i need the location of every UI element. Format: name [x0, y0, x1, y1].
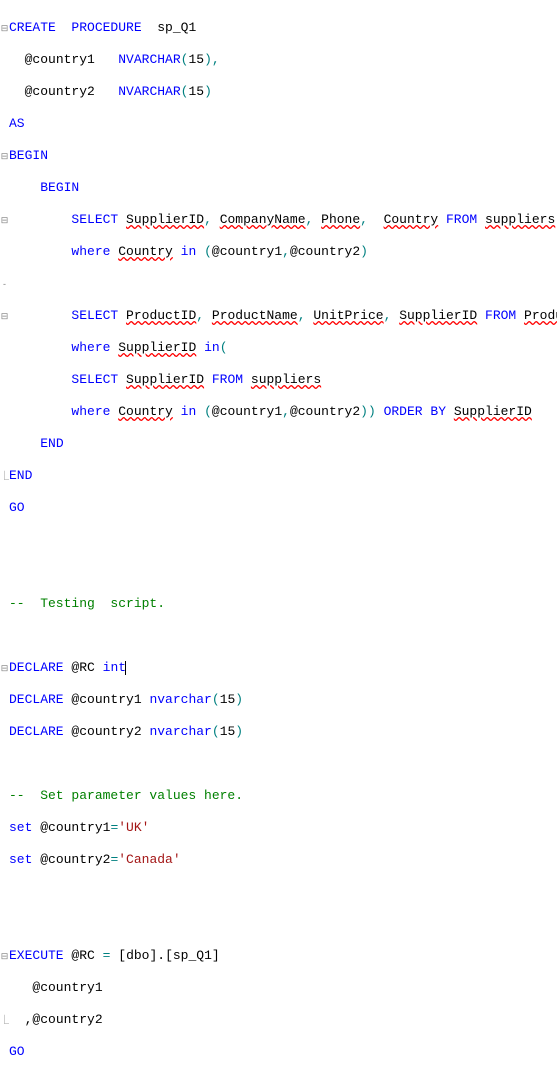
column: Phone — [321, 212, 360, 227]
keyword: SELECT — [71, 372, 118, 387]
keyword: GO — [9, 1044, 25, 1059]
column: SupplierID — [126, 212, 204, 227]
string: 'Canada' — [118, 852, 180, 867]
fold-icon[interactable]: ⊟ — [0, 148, 9, 164]
fold-icon[interactable]: ⊟ — [0, 660, 9, 676]
comment: -- Set parameter values here. — [9, 788, 243, 803]
fold-icon[interactable]: ⊟ — [0, 212, 9, 228]
identifier: sp_Q1 — [157, 20, 196, 35]
keyword: AS — [9, 116, 25, 131]
param: @country2 — [290, 404, 360, 419]
keyword: ORDER — [384, 404, 423, 419]
keyword: where — [71, 244, 110, 259]
fold-icon[interactable]: ⊟ — [0, 20, 9, 36]
string: 'UK' — [118, 820, 149, 835]
identifier: @RC — [71, 948, 94, 963]
num: 15 — [220, 724, 236, 739]
column: Country — [118, 404, 173, 419]
keyword: END — [9, 468, 32, 483]
keyword: CREATE — [9, 20, 56, 35]
column: Country — [118, 244, 173, 259]
keyword: SELECT — [71, 308, 118, 323]
param: @country1 — [212, 244, 282, 259]
keyword: where — [71, 340, 110, 355]
keyword: BEGIN — [9, 148, 48, 163]
keyword: where — [71, 404, 110, 419]
type: NVARCHAR — [118, 84, 180, 99]
fold-icon[interactable]: ⊟ — [0, 308, 9, 324]
type: nvarchar — [149, 724, 211, 739]
identifier: @country1 — [32, 980, 102, 995]
keyword: PROCEDURE — [71, 20, 141, 35]
keyword: END — [40, 436, 63, 451]
keyword: FROM — [212, 372, 243, 387]
keyword: in — [181, 244, 197, 259]
column: ProductID — [126, 308, 196, 323]
column: ProductName — [212, 308, 298, 323]
identifier: @country1 — [71, 692, 141, 707]
param: @country1 — [212, 404, 282, 419]
keyword: BEGIN — [40, 180, 79, 195]
column: Country — [384, 212, 439, 227]
text-cursor — [125, 661, 126, 675]
identifier: @country2 — [71, 724, 141, 739]
type: NVARCHAR — [118, 52, 180, 67]
column: SupplierID — [399, 308, 477, 323]
identifier: [dbo].[sp_Q1] — [118, 948, 219, 963]
operator: = — [103, 948, 111, 963]
type: int — [103, 660, 126, 675]
identifier: @country2 — [40, 852, 110, 867]
keyword: EXECUTE — [9, 948, 64, 963]
num: 15 — [188, 84, 204, 99]
identifier: @country1 — [40, 820, 110, 835]
keyword: FROM — [446, 212, 477, 227]
num: 15 — [188, 52, 204, 67]
keyword: set — [9, 852, 32, 867]
column: CompanyName — [220, 212, 306, 227]
keyword: set — [9, 820, 32, 835]
keyword: GO — [9, 500, 25, 515]
num: 15 — [220, 692, 236, 707]
fold-icon[interactable]: - — [0, 276, 9, 292]
table: suppliers — [485, 212, 555, 227]
keyword: in — [181, 404, 197, 419]
table: Products — [524, 308, 557, 323]
identifier: ,@country2 — [25, 1012, 103, 1027]
keyword: SELECT — [71, 212, 118, 227]
table: suppliers — [251, 372, 321, 387]
keyword: DECLARE — [9, 660, 64, 675]
identifier: @RC — [71, 660, 94, 675]
param: @country1 — [25, 52, 95, 67]
column: SupplierID — [118, 340, 196, 355]
fold-icon[interactable]: ⊟ — [0, 948, 9, 964]
comment: -- Testing script. — [9, 596, 165, 611]
keyword: in — [204, 340, 220, 355]
keyword: BY — [430, 404, 446, 419]
column: SupplierID — [454, 404, 532, 419]
column: SupplierID — [126, 372, 204, 387]
column: UnitPrice — [313, 308, 383, 323]
keyword: FROM — [485, 308, 516, 323]
param: @country2 — [25, 84, 95, 99]
keyword: DECLARE — [9, 692, 64, 707]
param: @country2 — [290, 244, 360, 259]
keyword: DECLARE — [9, 724, 64, 739]
code-editor[interactable]: ⊟CREATE PROCEDURE sp_Q1 @country1 NVARCH… — [0, 0, 557, 1076]
type: nvarchar — [149, 692, 211, 707]
